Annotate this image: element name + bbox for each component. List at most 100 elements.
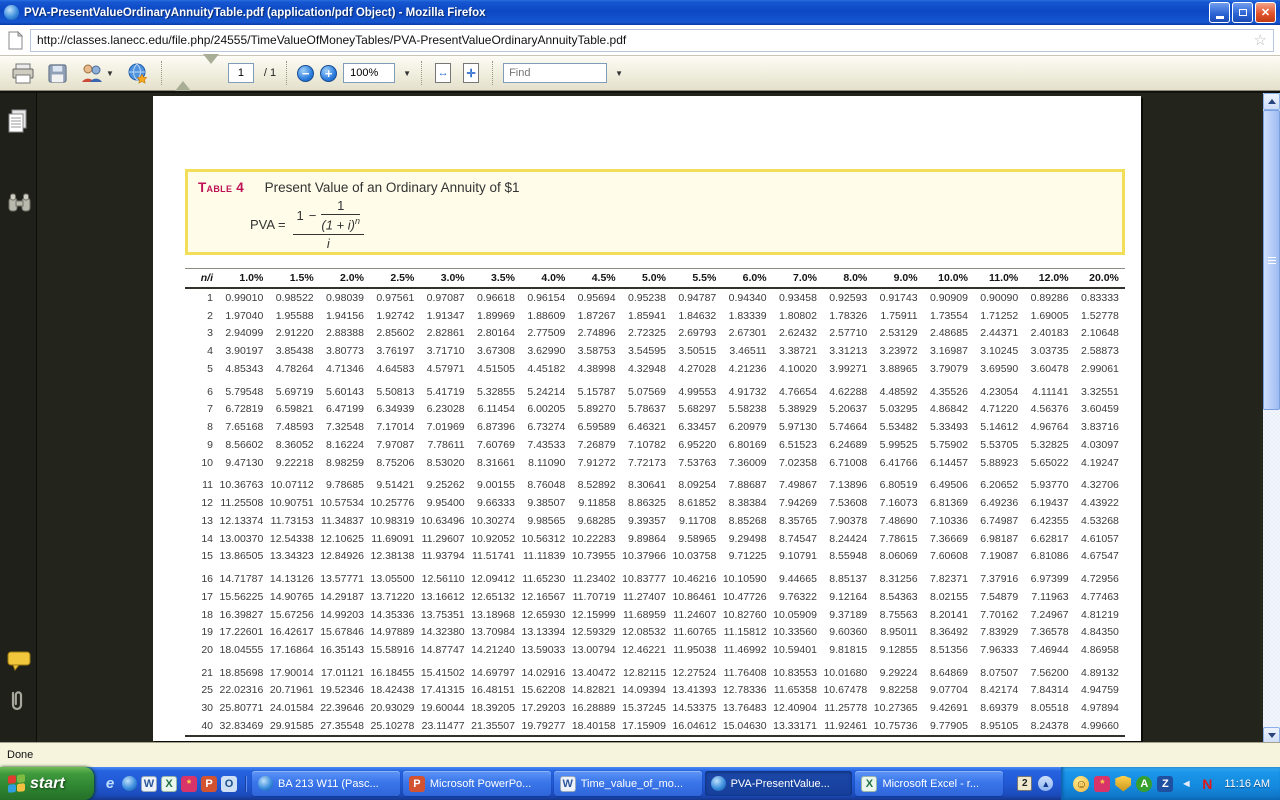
print-icon[interactable] [8, 59, 38, 87]
bookmark-star-icon[interactable]: ☆ [1254, 31, 1267, 49]
shield-icon[interactable] [1115, 776, 1131, 792]
value-cell: 9.44665 [773, 573, 823, 585]
zonealarm-icon[interactable]: Z [1157, 776, 1173, 792]
search-icon[interactable] [7, 193, 32, 219]
value-cell: 3.60478 [1024, 363, 1074, 375]
page-down-icon[interactable] [200, 59, 222, 87]
antivirus-icon[interactable]: A [1136, 776, 1152, 792]
value-cell: 8.36492 [924, 626, 974, 638]
value-cell: 10.27365 [873, 702, 923, 714]
scroll-up-icon[interactable] [1263, 93, 1280, 110]
value-cell: 11.25508 [219, 497, 269, 509]
value-cell: 14.02916 [521, 667, 571, 679]
export-icon[interactable] [123, 59, 151, 87]
value-cell: 13.76483 [722, 702, 772, 714]
powerpoint-icon[interactable]: P [201, 776, 217, 792]
value-cell: 6.81086 [1024, 550, 1074, 562]
page-up-icon[interactable] [172, 59, 194, 87]
column-header: 3.0% [420, 272, 470, 284]
find-dropdown-icon[interactable]: ▼ [615, 69, 623, 78]
url-input[interactable]: http://classes.lanecc.edu/file.php/24555… [30, 29, 1274, 52]
zoom-level-select[interactable]: 100% [343, 63, 395, 83]
collaborate-icon[interactable]: ▼ [77, 59, 117, 87]
novell-icon[interactable]: N [1199, 776, 1215, 792]
value-cell: 8.36052 [269, 439, 319, 451]
taskbar-button[interactable]: WTime_value_of_mo... [554, 771, 702, 796]
close-button[interactable]: ✕ [1255, 2, 1276, 23]
value-cell: 6.74987 [974, 515, 1024, 527]
value-cell: 12.59329 [571, 626, 621, 638]
value-cell: 4.38998 [571, 363, 621, 375]
value-cell: 2.80164 [471, 327, 521, 339]
fit-page-icon[interactable]: ✛ [460, 59, 482, 87]
zoom-dropdown-icon[interactable]: ▼ [403, 69, 411, 78]
start-button[interactable]: start [0, 767, 94, 800]
outlook-icon[interactable]: O [221, 776, 237, 792]
ie-icon[interactable]: e [102, 776, 118, 792]
comments-icon[interactable] [7, 651, 31, 676]
key-icon[interactable]: * [1094, 776, 1110, 792]
value-cell: 2.88388 [320, 327, 370, 339]
value-cell: 12.65930 [521, 609, 571, 621]
value-cell: 17.41315 [420, 684, 470, 696]
volume-icon[interactable]: ◄ [1178, 776, 1194, 792]
excel-icon[interactable]: X [161, 776, 177, 792]
value-cell: 9.68285 [571, 515, 621, 527]
language-indicator[interactable]: 2 [1017, 776, 1032, 791]
taskbar-button[interactable]: PMicrosoft PowerPo... [403, 771, 551, 796]
value-cell: 10.01680 [823, 667, 873, 679]
scrollbar-thumb[interactable] [1263, 110, 1280, 410]
value-cell: 1.80802 [773, 310, 823, 322]
page-number-input[interactable] [228, 63, 254, 83]
value-cell: 14.09394 [622, 684, 672, 696]
value-cell: 8.31661 [471, 457, 521, 469]
value-cell: 3.50515 [672, 345, 722, 357]
minimize-button[interactable] [1209, 2, 1230, 23]
taskbar-button[interactable]: XMicrosoft Excel - r... [855, 771, 1003, 796]
value-cell: 1.83339 [722, 310, 772, 322]
value-cell: 15.41502 [420, 667, 470, 679]
value-cell: 3.60459 [1075, 403, 1125, 415]
key-icon[interactable]: * [181, 776, 197, 792]
value-cell: 13.33171 [773, 720, 823, 732]
word-icon[interactable]: W [141, 776, 157, 792]
value-cell: 0.94787 [672, 292, 722, 304]
hide-icons-chevron[interactable]: ▲ [1038, 776, 1053, 791]
save-icon[interactable] [44, 59, 71, 87]
page-proxy-icon[interactable] [0, 31, 30, 50]
find-input[interactable] [503, 63, 607, 83]
value-cell: 10.67478 [823, 684, 873, 696]
value-cell: 5.65022 [1024, 457, 1074, 469]
zoom-out-icon[interactable]: − [297, 65, 314, 82]
value-cell: 9.77905 [924, 720, 974, 732]
value-cell: 23.11477 [420, 720, 470, 732]
attachments-icon[interactable] [7, 689, 27, 718]
value-cell: 11.65230 [521, 573, 571, 585]
value-cell: 11.60765 [672, 626, 722, 638]
period-cell: 11 [185, 479, 219, 491]
value-cell: 6.95220 [672, 439, 722, 451]
value-cell: 9.10791 [773, 550, 823, 562]
value-cell: 7.82371 [924, 573, 974, 585]
vertical-scrollbar[interactable] [1263, 93, 1280, 744]
column-header: 2.0% [320, 272, 370, 284]
value-cell: 15.67256 [269, 609, 319, 621]
zoom-in-icon[interactable]: + [320, 65, 337, 82]
value-cell: 8.75206 [370, 457, 420, 469]
value-cell: 6.34939 [370, 403, 420, 415]
value-cell: 16.04612 [672, 720, 722, 732]
location-bar: http://classes.lanecc.edu/file.php/24555… [0, 25, 1280, 56]
value-cell: 18.40158 [571, 720, 621, 732]
firefox-icon [4, 5, 19, 20]
value-cell: 3.67308 [471, 345, 521, 357]
taskbar-button[interactable]: PVA-PresentValue... [705, 771, 853, 796]
value-cell: 14.90765 [269, 591, 319, 603]
value-cell: 0.98039 [320, 292, 370, 304]
firefox-icon[interactable] [122, 776, 137, 791]
pages-icon[interactable] [7, 109, 30, 141]
restore-button[interactable] [1232, 2, 1253, 23]
messenger-icon[interactable]: ☺ [1073, 776, 1089, 792]
taskbar-button[interactable]: BA 213 W11 (Pasc... [252, 771, 400, 796]
fit-width-icon[interactable]: ↔ [432, 59, 454, 87]
table-row: 54.853434.782644.713464.645834.579714.51… [185, 360, 1125, 378]
